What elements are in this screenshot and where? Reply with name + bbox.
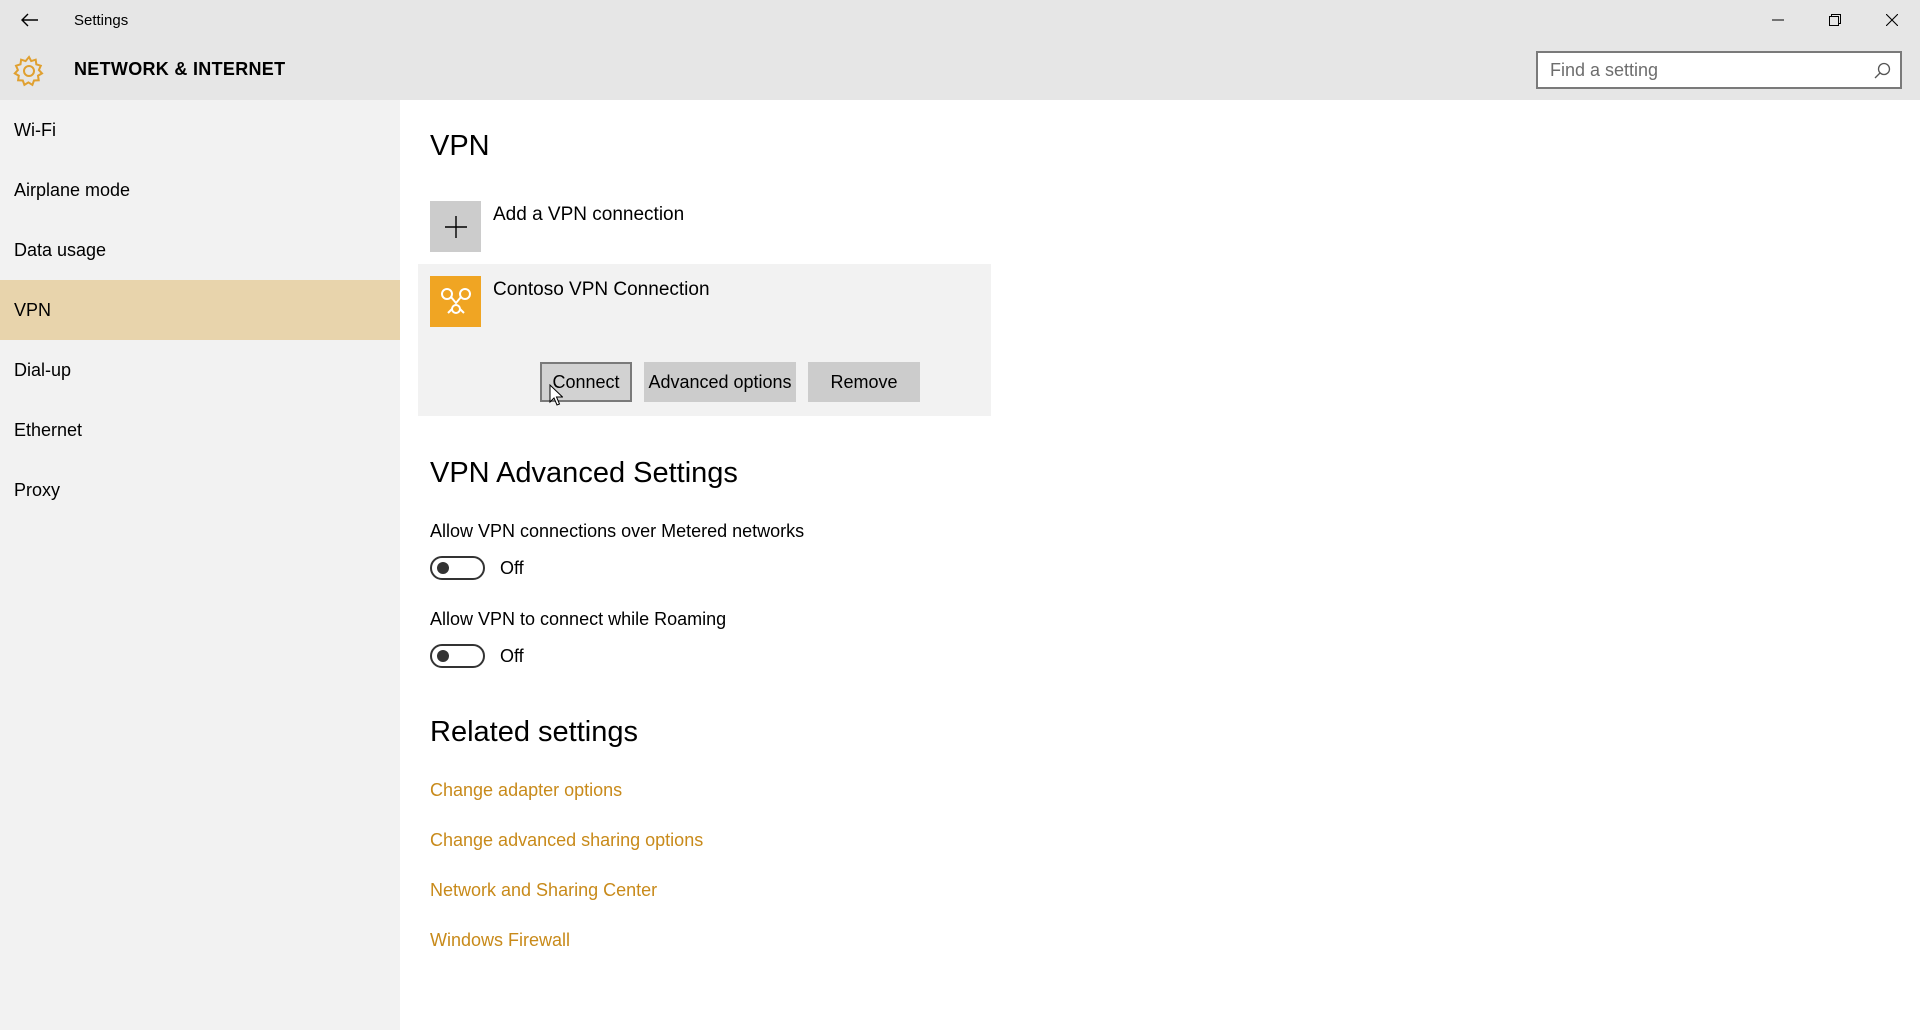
plus-icon <box>444 215 467 238</box>
arrow-left-icon <box>21 13 38 27</box>
section-title: NETWORK & INTERNET <box>74 59 286 79</box>
change-sharing-options-link[interactable]: Change advanced sharing options <box>430 830 703 851</box>
main-content: VPN Add a VPN connection Contoso VPN Con… <box>400 100 1920 1030</box>
network-sharing-center-link[interactable]: Network and Sharing Center <box>430 880 657 901</box>
toggle-knob <box>437 650 449 662</box>
gear-icon <box>13 55 44 87</box>
search-icon[interactable] <box>1872 61 1892 81</box>
close-button[interactable] <box>1863 0 1920 40</box>
window-controls <box>1749 0 1920 40</box>
restore-icon <box>1828 14 1841 26</box>
roaming-toggle-state: Off <box>500 646 524 666</box>
minimize-icon <box>1771 19 1784 21</box>
sidebar-item-wifi[interactable]: Wi-Fi <box>0 100 400 160</box>
roaming-toggle[interactable] <box>430 644 485 668</box>
metered-toggle-state: Off <box>500 558 524 578</box>
search-input[interactable] <box>1538 53 1900 87</box>
search-box[interactable] <box>1536 51 1902 89</box>
minimize-button[interactable] <box>1749 0 1806 40</box>
settings-header: NETWORK & INTERNET <box>0 40 1920 100</box>
sidebar-item-dial-up[interactable]: Dial-up <box>0 340 400 400</box>
sidebar-item-airplane-mode[interactable]: Airplane mode <box>0 160 400 220</box>
sidebar-nav: Wi-Fi Airplane mode Data usage VPN Dial-… <box>0 100 400 1030</box>
related-settings-title: Related settings <box>430 716 638 748</box>
metered-setting-label: Allow VPN connections over Metered netwo… <box>430 521 805 541</box>
sidebar-item-data-usage[interactable]: Data usage <box>0 220 400 280</box>
window-title: Settings <box>74 12 129 29</box>
close-icon <box>1885 14 1898 26</box>
vpn-connection-icon <box>430 276 481 327</box>
roaming-setting-label: Allow VPN to connect while Roaming <box>430 609 727 629</box>
add-vpn-button[interactable] <box>430 201 481 252</box>
vpn-key-icon <box>440 287 471 314</box>
advanced-options-button[interactable]: Advanced options <box>644 362 796 402</box>
restore-button[interactable] <box>1806 0 1863 40</box>
mouse-cursor-icon <box>549 384 563 406</box>
vpn-connection-name: Contoso VPN Connection <box>493 279 710 300</box>
windows-firewall-link[interactable]: Windows Firewall <box>430 930 570 951</box>
add-vpn-label[interactable]: Add a VPN connection <box>493 204 684 226</box>
sidebar-item-proxy[interactable]: Proxy <box>0 460 400 520</box>
advanced-settings-title: VPN Advanced Settings <box>430 457 738 489</box>
title-bar: Settings <box>0 0 1920 40</box>
sidebar-item-ethernet[interactable]: Ethernet <box>0 400 400 460</box>
vpn-connection-card[interactable]: Contoso VPN Connection Connect Advanced … <box>418 264 991 416</box>
sidebar-item-vpn[interactable]: VPN <box>0 280 400 340</box>
change-adapter-options-link[interactable]: Change adapter options <box>430 780 622 801</box>
back-button[interactable] <box>10 0 50 40</box>
page-title: VPN <box>430 130 490 162</box>
metered-toggle[interactable] <box>430 556 485 580</box>
remove-button[interactable]: Remove <box>808 362 920 402</box>
toggle-knob <box>437 562 449 574</box>
